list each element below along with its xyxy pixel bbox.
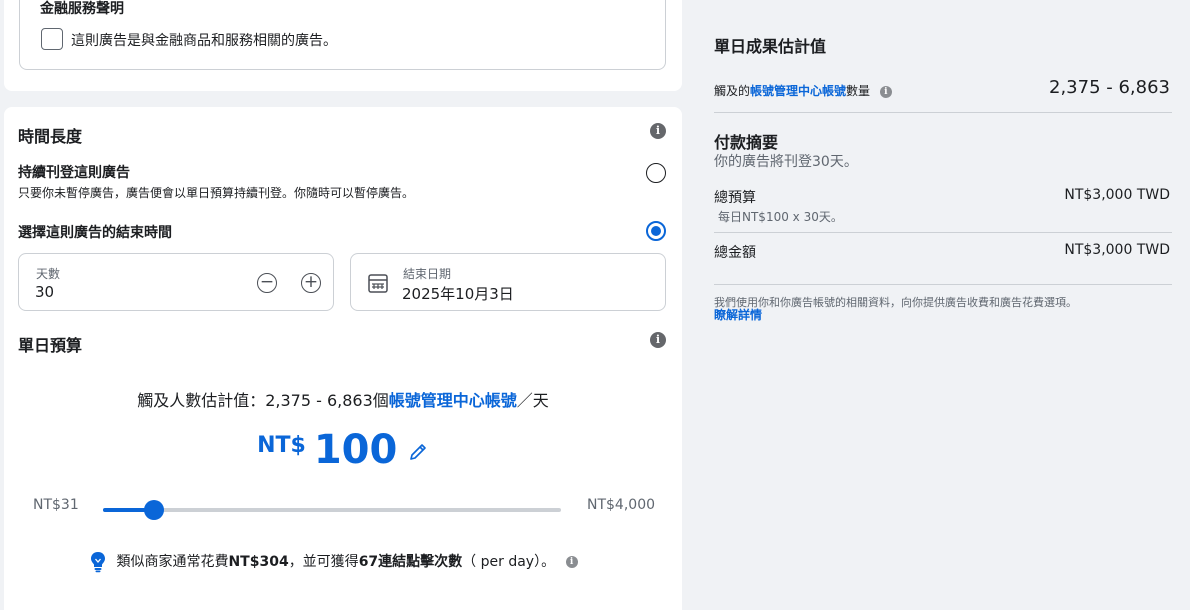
end-time-option-title: 選擇這則廣告的結束時間 [18, 225, 172, 241]
tip-text-3: （ per day）。 [462, 554, 556, 570]
end-date-label: 結束日期 [403, 267, 452, 281]
payment-summary-title: 付款摘要 [714, 133, 779, 152]
financial-ad-checkbox-label: 這則廣告是與金融商品和服務相關的廣告。 [71, 33, 337, 49]
billing-data-note: 我們使用你和你廣告帳號的相關資料，向你提供廣告收費和廣告花費選項。 [714, 296, 1077, 309]
edit-pencil-icon[interactable] [407, 441, 429, 463]
estimates-reach-value: 2,375 - 6,863 [1049, 77, 1170, 98]
estimates-reach-prefix: 觸及的 [714, 84, 751, 98]
budget-amount: NT$ 100 [4, 427, 682, 473]
reach-estimate-suffix: ／天 [516, 391, 549, 410]
duration-budget-card: 時間長度 i 持續刊登這則廣告 只要你未暫停廣告，廣告便會以單日預算持續刊登。你… [4, 107, 682, 610]
calendar-icon [368, 274, 388, 293]
estimates-reach-suffix: 數量 [846, 84, 871, 98]
end-date-field[interactable]: 結束日期 2025年10月3日 [350, 253, 666, 311]
tip-spend-amount: NT$304 [228, 554, 289, 570]
tip-text-1: 類似商家通常花費 [116, 554, 229, 570]
total-amount-value: NT$3,000 TWD [1064, 242, 1170, 258]
estimates-reach-label: 觸及的帳號管理中心帳號數量 i [714, 82, 892, 99]
total-budget-detail: 每日NT$100 x 30天。 [718, 210, 843, 224]
spend-tip: 類似商家通常花費NT$304，並可獲得67連結點擊次數（ per day）。 i [90, 551, 578, 573]
minus-icon: − [259, 272, 275, 292]
budget-slider-track[interactable] [103, 500, 561, 520]
tip-text-2: ，並可獲得 [288, 554, 359, 570]
tip-clicks: 67連結點擊次數 [358, 554, 463, 570]
plus-icon: + [303, 272, 319, 292]
financial-services-title: 金融服務聲明 [40, 1, 124, 17]
learn-more-link[interactable]: 瞭解詳情 [714, 306, 762, 323]
total-amount-label: 總金額 [714, 245, 756, 261]
days-field[interactable]: 天數 30 − + [18, 253, 334, 311]
budget-currency: NT$ [257, 433, 306, 458]
financial-ad-checkbox[interactable] [41, 28, 63, 50]
slider-max-label: NT$4,000 [587, 497, 656, 513]
financial-services-box: 金融服務聲明 這則廣告是與金融商品和服務相關的廣告。 [19, 0, 666, 70]
lightbulb-icon [91, 552, 105, 573]
duration-info-icon[interactable]: i [650, 123, 666, 139]
tip-info-icon[interactable]: i [565, 556, 578, 568]
continuous-option-desc: 只要你未暫停廣告，廣告便會以單日預算持續刊登。你隨時可以暫停廣告。 [18, 186, 415, 200]
total-budget-label: 總預算 [714, 190, 756, 206]
reach-estimate-prefix: 觸及人數估計值：2,375 - 6,863個 [137, 391, 389, 410]
payment-summary-subtitle: 你的廣告將刊登30天。 [714, 154, 858, 170]
accounts-center-link[interactable]: 帳號管理中心帳號 [389, 391, 517, 410]
financial-services-card: 金融服務聲明 這則廣告是與金融商品和服務相關的廣告。 [4, 0, 682, 91]
end-date-value: 2025年10月3日 [402, 285, 514, 303]
budget-slider-thumb[interactable] [144, 500, 165, 520]
decrease-days-button[interactable]: − [257, 273, 277, 293]
divider [714, 112, 1172, 113]
duration-title: 時間長度 [18, 127, 83, 146]
total-budget-value: NT$3,000 TWD [1064, 187, 1170, 203]
daily-budget-info-icon[interactable]: i [650, 332, 666, 348]
increase-days-button[interactable]: + [301, 273, 321, 293]
divider [714, 232, 1172, 233]
continuous-radio[interactable] [646, 163, 666, 183]
slider-min-label: NT$31 [33, 497, 79, 513]
daily-budget-title: 單日預算 [18, 336, 83, 355]
end-time-radio[interactable] [646, 221, 666, 241]
budget-value: 100 [313, 427, 398, 473]
divider [714, 284, 1172, 285]
estimates-accounts-center-link[interactable]: 帳號管理中心帳號 [750, 84, 846, 98]
estimates-title: 單日成果估計值 [714, 37, 827, 56]
summary-panel: 單日成果估計值 觸及的帳號管理中心帳號數量 i 2,375 - 6,863 付款… [690, 0, 1190, 610]
days-value: 30 [35, 283, 55, 301]
estimates-info-icon[interactable]: i [879, 85, 892, 98]
left-column: 金融服務聲明 這則廣告是與金融商品和服務相關的廣告。 時間長度 i 持續刊登這則… [0, 0, 684, 610]
reach-estimate: 觸及人數估計值：2,375 - 6,863個帳號管理中心帳號／天 [4, 387, 682, 411]
days-label: 天數 [36, 267, 61, 281]
continuous-option-title: 持續刊登這則廣告 [18, 165, 130, 181]
